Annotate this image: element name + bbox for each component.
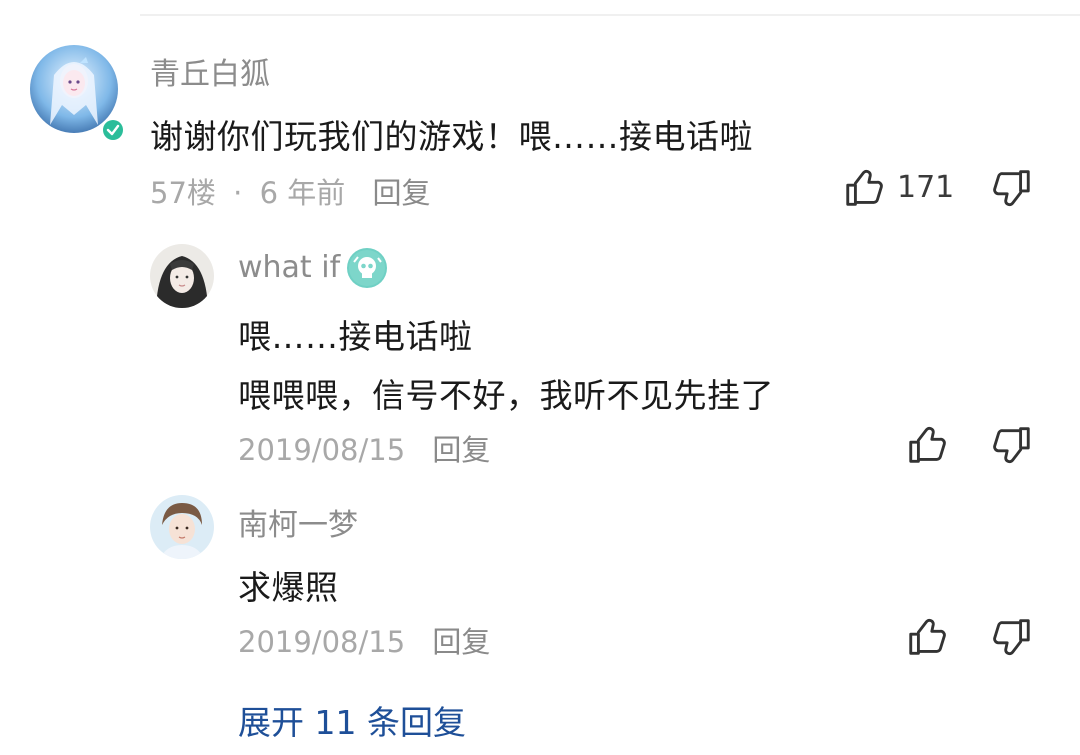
expand-replies-link[interactable]: 展开 11 条回复 xyxy=(238,696,466,744)
comment-thread: 青丘白狐 谢谢你们玩我们的游戏！喂……接电话啦 57楼 · 6 年前 回复 17… xyxy=(0,0,1080,755)
avatar-image xyxy=(150,244,214,308)
comment-text: 谢谢你们玩我们的游戏！喂……接电话啦 xyxy=(150,117,753,156)
like-icon[interactable] xyxy=(842,165,888,211)
reply-text-line1: 求爆照 xyxy=(238,568,339,607)
reply-date: 2019/08/15 xyxy=(238,625,406,659)
dislike-icon[interactable] xyxy=(988,422,1034,468)
username[interactable]: 青丘白狐 xyxy=(150,49,270,93)
reply-button[interactable]: 回复 xyxy=(432,625,490,659)
reply-button[interactable]: 回复 xyxy=(432,433,490,467)
avatar-image xyxy=(150,495,214,559)
reply-text-line2: 喂喂喂，信号不好，我听不见先挂了 xyxy=(238,376,774,415)
floor-number: 57楼 xyxy=(150,176,216,210)
skull-badge-icon xyxy=(347,248,387,288)
comment-time: 6 年前 xyxy=(259,176,346,210)
reply-avatar[interactable] xyxy=(150,244,214,308)
reply-text-line1: 喂……接电话啦 xyxy=(238,317,473,356)
reply-meta: 2019/08/15 回复 xyxy=(238,619,490,661)
reply-button[interactable]: 回复 xyxy=(372,176,430,210)
meta-separator: · xyxy=(233,176,243,210)
like-icon[interactable] xyxy=(905,614,951,660)
top-divider xyxy=(140,14,1080,16)
like-count: 171 xyxy=(897,170,955,205)
like-icon[interactable] xyxy=(905,422,951,468)
reply-username[interactable]: 南柯一梦 xyxy=(238,500,358,544)
dislike-icon[interactable] xyxy=(988,165,1034,211)
reply-meta: 2019/08/15 回复 xyxy=(238,427,490,469)
reply-username[interactable]: what if xyxy=(238,250,340,285)
verified-check-icon xyxy=(103,120,123,140)
reply-avatar[interactable] xyxy=(150,495,214,559)
reply-date: 2019/08/15 xyxy=(238,433,406,467)
comment-meta: 57楼 · 6 年前 回复 xyxy=(150,170,430,212)
dislike-icon[interactable] xyxy=(988,614,1034,660)
